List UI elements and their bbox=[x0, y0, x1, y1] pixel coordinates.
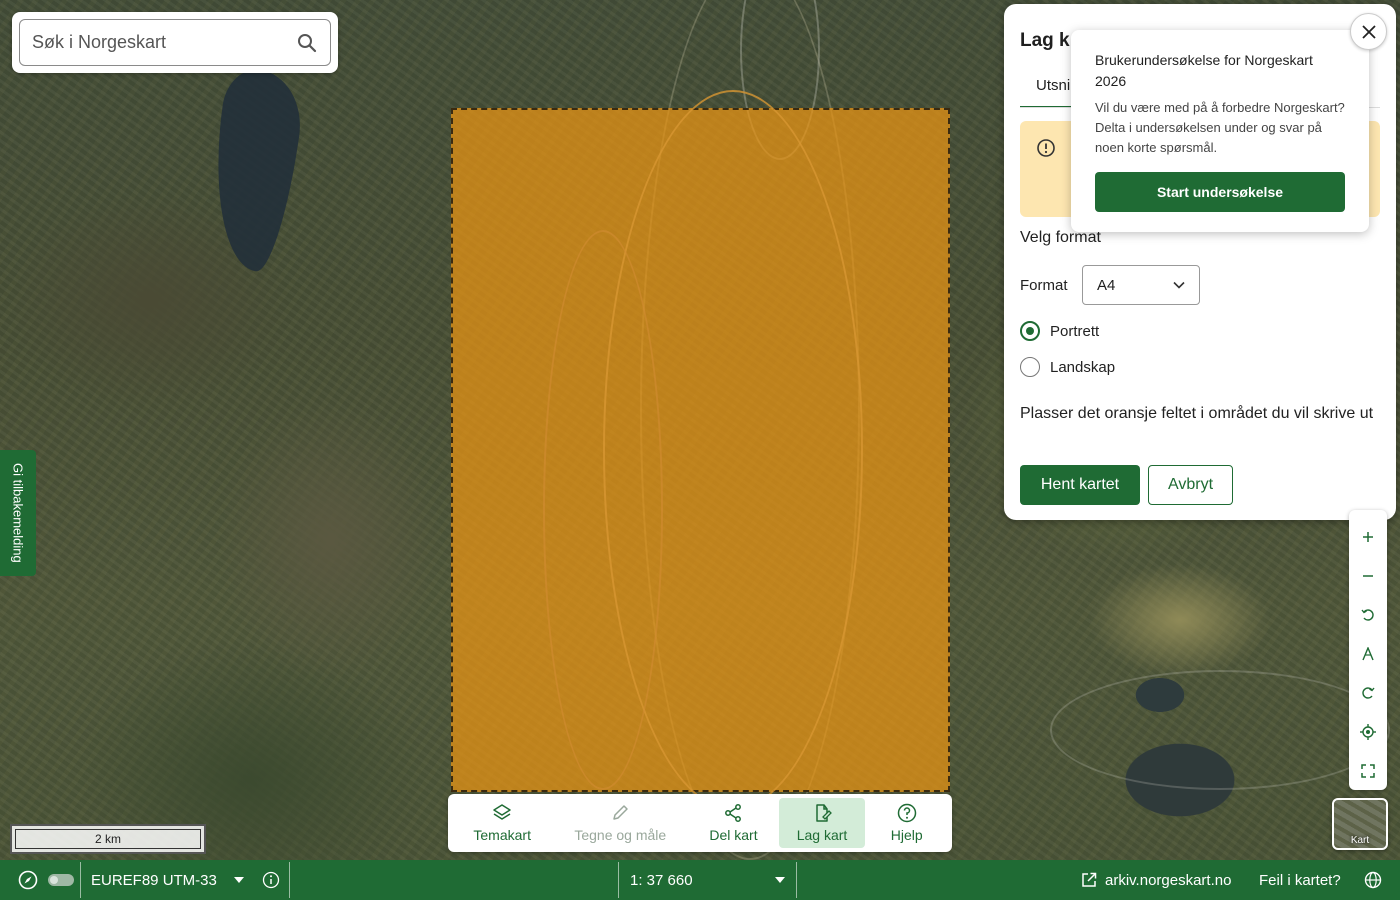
scale-value: 1: 37 660 bbox=[630, 871, 693, 889]
projection-info-button[interactable] bbox=[262, 860, 280, 900]
divider bbox=[618, 862, 619, 898]
search-field bbox=[19, 19, 331, 66]
rotate-right-button[interactable] bbox=[1349, 673, 1387, 712]
format-select-value: A4 bbox=[1097, 276, 1116, 294]
globe-icon bbox=[1364, 871, 1382, 889]
scale-label: 2 km bbox=[15, 829, 201, 849]
tool-temakart[interactable]: Temakart bbox=[452, 798, 552, 848]
instruction-text: Plasser det oransje feltet i området du … bbox=[1020, 405, 1374, 422]
close-icon bbox=[1361, 24, 1376, 39]
north-button[interactable] bbox=[1349, 635, 1387, 674]
zoom-out-icon bbox=[1363, 575, 1373, 578]
report-error-link[interactable]: Feil i kartet? bbox=[1259, 860, 1341, 900]
rotate-right-icon bbox=[1362, 687, 1375, 699]
compass-button[interactable] bbox=[18, 860, 38, 900]
caret-down-icon bbox=[234, 877, 244, 883]
scale-bar: 2 km bbox=[10, 824, 206, 854]
search-box bbox=[12, 12, 338, 73]
projection-chevron[interactable] bbox=[233, 860, 245, 900]
divider bbox=[289, 862, 290, 898]
projection-select[interactable]: EUREF89 UTM-33 bbox=[91, 860, 217, 900]
radio-landskap[interactable]: Landskap bbox=[1020, 357, 1115, 377]
survey-body: Vil du være med på å forbedre Norgeskart… bbox=[1095, 100, 1345, 155]
bottom-toolbar: Temakart Tegne og måle Del kart Lag kart… bbox=[448, 794, 952, 852]
cancel-button[interactable]: Avbryt bbox=[1148, 465, 1233, 505]
my-location-icon bbox=[1360, 723, 1376, 740]
north-arrow-icon bbox=[1362, 647, 1374, 661]
feedback-label: Gi tilbakemelding bbox=[10, 463, 26, 563]
language-button[interactable] bbox=[1364, 860, 1382, 900]
zoom-in-icon bbox=[1363, 532, 1373, 543]
tool-label: Tegne og måle bbox=[574, 827, 667, 843]
divider bbox=[80, 862, 81, 898]
panel-title: Lag k bbox=[1020, 30, 1070, 51]
radio-dot-selected[interactable] bbox=[1020, 321, 1040, 341]
tool-del-kart[interactable]: Del kart bbox=[688, 798, 779, 848]
tool-hjelp[interactable]: Hjelp bbox=[865, 798, 948, 848]
divider bbox=[796, 862, 797, 898]
fullscreen-icon bbox=[1361, 763, 1375, 778]
radio-label-portrett: Portrett bbox=[1050, 322, 1100, 340]
tool-lag-kart[interactable]: Lag kart bbox=[778, 798, 866, 848]
road-line bbox=[543, 230, 663, 790]
radio-label-landskap: Landskap bbox=[1050, 358, 1116, 376]
close-button[interactable] bbox=[1350, 13, 1387, 50]
search-icon[interactable] bbox=[296, 32, 318, 54]
share-icon bbox=[725, 804, 742, 822]
format-label: Format bbox=[1020, 277, 1068, 294]
status-bar: EUREF89 UTM-33 1: 37 660 arkiv.norgeskar… bbox=[0, 860, 1400, 900]
report-error-label: Feil i kartet? bbox=[1259, 871, 1341, 889]
layers-icon bbox=[493, 804, 511, 820]
scale-chevron[interactable] bbox=[774, 860, 786, 900]
fullscreen-button[interactable] bbox=[1349, 751, 1387, 790]
projection-value: EUREF89 UTM-33 bbox=[91, 871, 217, 889]
warning-icon bbox=[1037, 139, 1055, 157]
tool-label: Hjelp bbox=[890, 827, 923, 843]
tool-label: Temakart bbox=[473, 827, 531, 843]
tool-label: Del kart bbox=[709, 827, 758, 843]
tool-tegne-og-male[interactable]: Tegne og måle bbox=[552, 798, 688, 848]
chevron-down-icon bbox=[1173, 281, 1185, 289]
basemap-switcher[interactable]: Kart bbox=[1332, 798, 1388, 850]
basemap-label: Kart bbox=[1350, 835, 1370, 846]
survey-title: Brukerundersøkelse for Norgeskart 2026 bbox=[1095, 52, 1313, 89]
compass-icon bbox=[18, 870, 38, 890]
rotate-left-button[interactable] bbox=[1349, 596, 1387, 635]
archive-link[interactable]: arkiv.norgeskart.no bbox=[1080, 860, 1231, 900]
my-location-button[interactable] bbox=[1349, 712, 1387, 751]
archive-link-label: arkiv.norgeskart.no bbox=[1105, 871, 1232, 889]
feedback-tab[interactable]: Gi tilbakemelding bbox=[0, 450, 36, 576]
zoom-out-button[interactable] bbox=[1349, 557, 1387, 596]
tool-label: Lag kart bbox=[796, 827, 848, 843]
road-line bbox=[1050, 670, 1390, 790]
rotate-left-icon bbox=[1361, 609, 1374, 621]
lake bbox=[200, 65, 308, 275]
caret-down-icon bbox=[775, 877, 785, 883]
survey-popup: Brukerundersøkelse for Norgeskart 2026 V… bbox=[1071, 30, 1369, 232]
zoom-in-button[interactable] bbox=[1349, 518, 1387, 557]
info-icon bbox=[262, 871, 280, 889]
help-icon bbox=[897, 803, 916, 823]
pencil-icon bbox=[613, 805, 629, 820]
toggle-track[interactable] bbox=[48, 874, 74, 886]
scale-select[interactable]: 1: 37 660 bbox=[630, 860, 693, 900]
start-survey-button[interactable]: Start undersøkelse bbox=[1095, 172, 1345, 212]
external-link-icon bbox=[1082, 872, 1097, 887]
radio-dot[interactable] bbox=[1020, 357, 1040, 377]
search-input[interactable] bbox=[32, 32, 296, 53]
get-map-button[interactable]: Hent kartet bbox=[1020, 465, 1140, 505]
print-area-selection[interactable] bbox=[451, 90, 950, 810]
radio-portrett[interactable]: Portrett bbox=[1020, 321, 1099, 341]
toggle-switch[interactable] bbox=[48, 860, 74, 900]
format-select[interactable]: A4 bbox=[1082, 265, 1200, 305]
map-controls bbox=[1349, 510, 1387, 790]
export-map-icon bbox=[816, 804, 832, 822]
